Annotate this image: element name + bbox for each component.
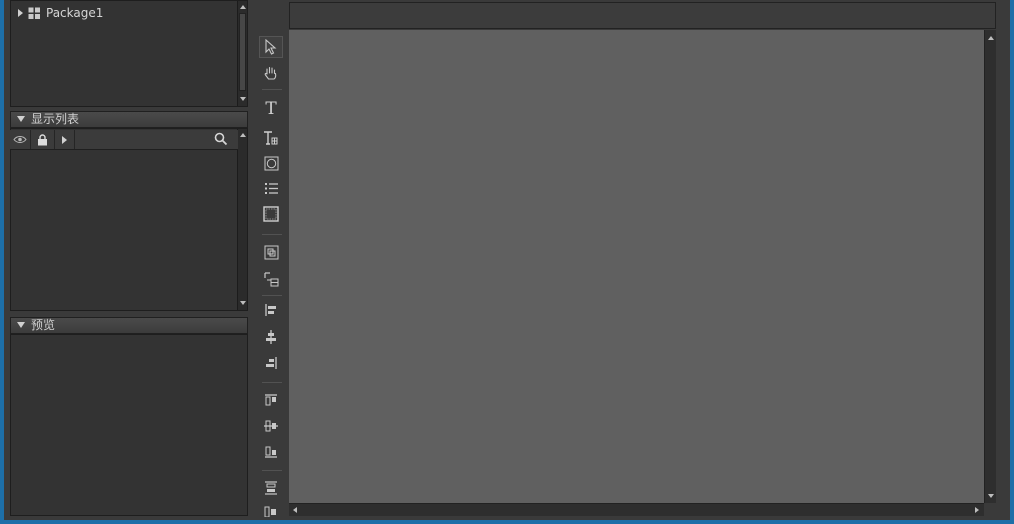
text-icon: T <box>265 98 277 119</box>
triangle-right-icon <box>62 135 67 144</box>
align-left-icon <box>265 304 276 316</box>
expand-arrow-icon[interactable] <box>18 9 23 17</box>
tool-separator <box>262 382 282 383</box>
package-label: Package1 <box>46 6 104 20</box>
stage-canvas[interactable] <box>289 30 984 503</box>
scroll-left-icon[interactable] <box>293 507 297 513</box>
eye-icon <box>13 136 27 143</box>
frame-tool-button[interactable] <box>259 203 283 225</box>
window-frame-bottom <box>0 520 1014 524</box>
hand-tool-button[interactable] <box>259 62 283 84</box>
align-top-tool-button[interactable] <box>259 389 283 411</box>
canvas-horizontal-scrollbar[interactable] <box>289 503 984 516</box>
frame-icon <box>263 206 279 222</box>
text-tool-button[interactable]: T <box>259 98 283 120</box>
align-bottom-icon <box>265 446 277 458</box>
align-top-icon <box>265 394 277 406</box>
scroll-up-icon[interactable] <box>988 36 994 40</box>
scroll-thumb[interactable] <box>239 13 246 91</box>
hand-icon <box>264 66 277 80</box>
tool-separator <box>262 234 282 235</box>
search-icon <box>214 132 228 146</box>
library-scrollbar[interactable] <box>237 1 247 106</box>
list-tool-button[interactable] <box>259 177 283 199</box>
relation-tool-button[interactable] <box>259 268 283 290</box>
shape-icon <box>264 156 278 170</box>
search-button[interactable] <box>214 132 228 149</box>
tool-separator <box>262 295 282 296</box>
group-tool-button[interactable] <box>259 241 283 263</box>
align-right-tool-button[interactable] <box>259 352 283 374</box>
window-frame-right <box>1010 0 1014 524</box>
canvas-top-bar <box>289 2 996 29</box>
align-bottom-tool-button[interactable] <box>259 441 283 463</box>
lock-column[interactable] <box>31 130 55 149</box>
rich-text-tool-button[interactable] <box>259 127 283 149</box>
visibility-column[interactable] <box>10 130 31 149</box>
distribute-h-tool-button[interactable] <box>259 477 283 499</box>
align-right-icon <box>266 357 277 369</box>
library-item-package[interactable]: Package1 <box>18 5 103 21</box>
relation-icon <box>263 271 278 286</box>
collapse-arrow-icon[interactable] <box>17 116 25 122</box>
preview-header[interactable]: 预览 <box>10 317 248 334</box>
display-list-header[interactable]: 显示列表 <box>10 111 248 128</box>
distribute-h-icon <box>265 481 277 495</box>
align-middle-v-icon <box>264 420 278 432</box>
tool-separator <box>262 89 282 90</box>
select-tool-button[interactable] <box>259 36 283 58</box>
scroll-up-icon[interactable] <box>240 5 246 9</box>
collapse-arrow-icon[interactable] <box>17 322 25 328</box>
lock-icon <box>38 133 47 145</box>
rich-text-icon <box>264 131 278 145</box>
scroll-right-icon[interactable] <box>975 507 979 513</box>
align-middle-v-tool-button[interactable] <box>259 415 283 437</box>
display-list-scrollbar[interactable] <box>237 129 247 310</box>
scroll-up-icon[interactable] <box>240 133 246 137</box>
scroll-corner <box>984 503 996 516</box>
window-frame-left <box>0 0 4 524</box>
group-icon <box>264 245 278 259</box>
expand-column[interactable] <box>55 130 75 149</box>
canvas-vertical-scrollbar[interactable] <box>984 30 996 503</box>
display-list-toolbar <box>10 130 238 150</box>
scroll-down-icon[interactable] <box>240 97 246 101</box>
distribute-v-tool-button[interactable] <box>259 505 283 517</box>
list-icon <box>264 182 278 194</box>
tool-separator <box>262 470 282 471</box>
preview-title: 预览 <box>31 318 56 332</box>
package-icon <box>28 7 40 19</box>
shape-tool-button[interactable] <box>259 152 283 174</box>
scroll-down-icon[interactable] <box>240 301 246 305</box>
scroll-down-icon[interactable] <box>988 494 994 498</box>
align-left-tool-button[interactable] <box>259 299 283 321</box>
distribute-v-icon <box>264 506 276 517</box>
arrow-cursor-icon <box>265 39 277 55</box>
preview-panel <box>10 334 248 516</box>
align-center-h-tool-button[interactable] <box>259 326 283 348</box>
display-list-title: 显示列表 <box>31 112 80 126</box>
align-center-h-icon <box>266 330 276 344</box>
display-list-panel <box>10 128 248 311</box>
